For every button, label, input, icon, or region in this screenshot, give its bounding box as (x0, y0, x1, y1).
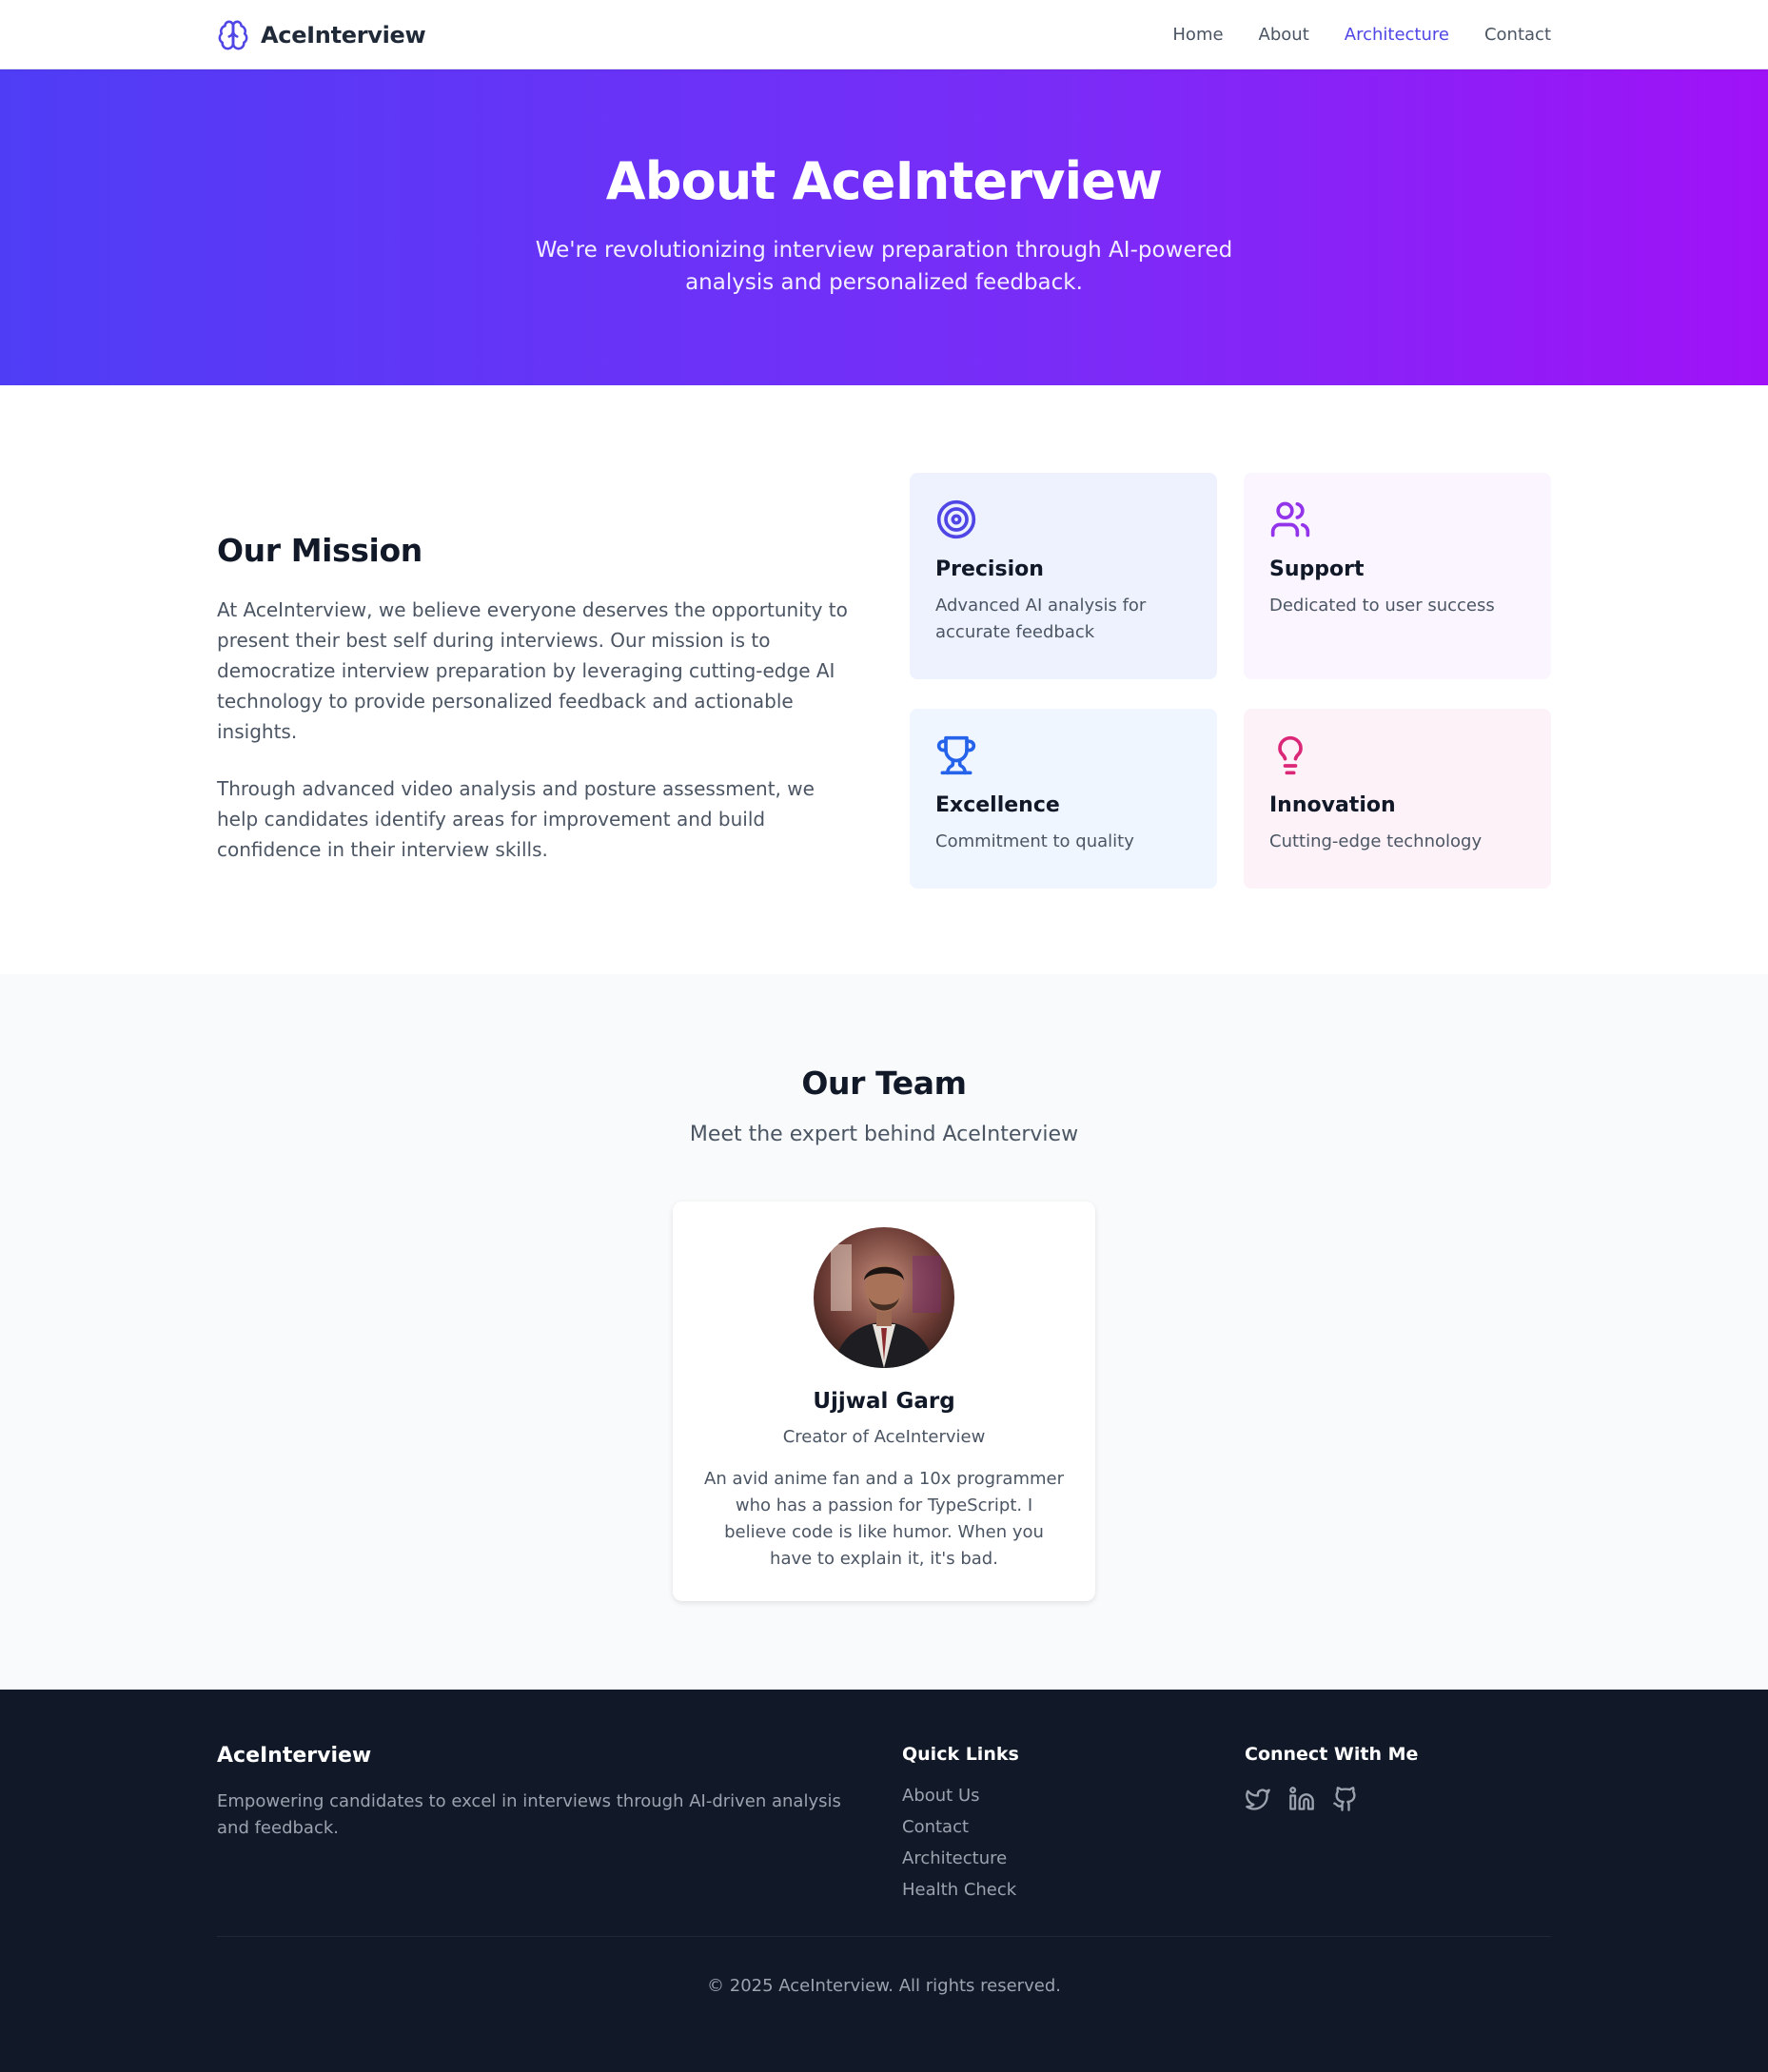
nav-links: Home About Architecture Contact (1172, 25, 1551, 45)
copyright: © 2025 AceInterview. All rights reserved… (707, 1976, 1061, 1996)
team-member-name: Ujjwal Garg (813, 1389, 955, 1414)
trophy-icon (935, 734, 977, 776)
value-card-title: Innovation (1269, 793, 1396, 817)
twitter-icon[interactable] (1245, 1786, 1271, 1812)
footer-link-architecture[interactable]: Architecture (902, 1848, 1007, 1868)
footer-brand: AceInterview (217, 1744, 372, 1768)
footer-connect: Connect With Me (1245, 1744, 1551, 1911)
mission-text: Our Mission At AceInterview, we believe … (217, 473, 859, 891)
value-card-title: Excellence (935, 793, 1060, 817)
value-card-excellence: Excellence Commitment to quality (910, 709, 1217, 889)
nav-link-home[interactable]: Home (1172, 25, 1223, 45)
team-member-bio: An avid anime fan and a 10x programmer w… (704, 1469, 1064, 1569)
mission-paragraph: Through advanced video analysis and post… (217, 777, 815, 861)
mission-section: Our Mission At AceInterview, we believe … (0, 385, 1768, 974)
brand-logo-link[interactable]: AceInterview (217, 17, 426, 53)
nav-link-architecture[interactable]: Architecture (1345, 25, 1449, 45)
footer-link-health-check[interactable]: Health Check (902, 1880, 1016, 1900)
mission-title: Our Mission (217, 532, 422, 569)
users-icon (1269, 498, 1311, 540)
nav-link-about[interactable]: About (1259, 25, 1309, 45)
value-card-innovation: Innovation Cutting-edge technology (1244, 709, 1551, 889)
value-card-text: Cutting-edge technology (1269, 831, 1483, 851)
lightbulb-icon (1269, 734, 1311, 776)
footer-about: AceInterview Empowering candidates to ex… (217, 1744, 902, 1911)
avatar (814, 1227, 954, 1368)
brand-name: AceInterview (261, 21, 426, 49)
hero-subtitle: We're revolutionizing interview preparat… (535, 238, 1233, 296)
team-section: Our Team Meet the expert behind AceInter… (0, 974, 1768, 1690)
connect-title: Connect With Me (1245, 1744, 1419, 1765)
footer-link-about-us[interactable]: About Us (902, 1786, 980, 1806)
value-card-text: Commitment to quality (935, 831, 1134, 851)
footer: AceInterview Empowering candidates to ex… (0, 1690, 1768, 2072)
value-cards: Precision Advanced AI analysis for accur… (910, 473, 1551, 891)
mission-paragraph: At AceInterview, we believe everyone des… (217, 598, 848, 743)
page-title: About AceInterview (605, 151, 1163, 211)
value-card-title: Support (1269, 557, 1365, 581)
hero-banner: About AceInterview We're revolutionizing… (0, 69, 1768, 385)
team-subtitle: Meet the expert behind AceInterview (689, 1123, 1079, 1146)
github-icon[interactable] (1332, 1786, 1359, 1812)
value-card-text: Advanced AI analysis for accurate feedba… (935, 596, 1147, 642)
footer-link-contact[interactable]: Contact (902, 1817, 969, 1837)
team-title: Our Team (801, 1065, 967, 1102)
brain-icon (217, 17, 249, 53)
linkedin-icon[interactable] (1288, 1786, 1315, 1812)
nav-link-contact[interactable]: Contact (1484, 25, 1551, 45)
value-card-title: Precision (935, 557, 1044, 581)
value-card-precision: Precision Advanced AI analysis for accur… (910, 473, 1217, 679)
value-card-text: Dedicated to user success (1269, 596, 1495, 616)
footer-tagline: Empowering candidates to excel in interv… (217, 1791, 841, 1838)
team-member-role: Creator of AceInterview (782, 1427, 986, 1447)
footer-divider (217, 1936, 1551, 1937)
target-icon (935, 498, 977, 540)
quick-links-title: Quick Links (902, 1744, 1019, 1765)
social-links (1245, 1786, 1551, 1812)
team-member-card: Ujjwal Garg Creator of AceInterview An a… (673, 1202, 1095, 1601)
top-navbar: AceInterview Home About Architecture Con… (0, 0, 1768, 69)
value-card-support: Support Dedicated to user success (1244, 473, 1551, 679)
footer-quick-links: Quick Links About Us Contact Architectur… (902, 1744, 1245, 1911)
